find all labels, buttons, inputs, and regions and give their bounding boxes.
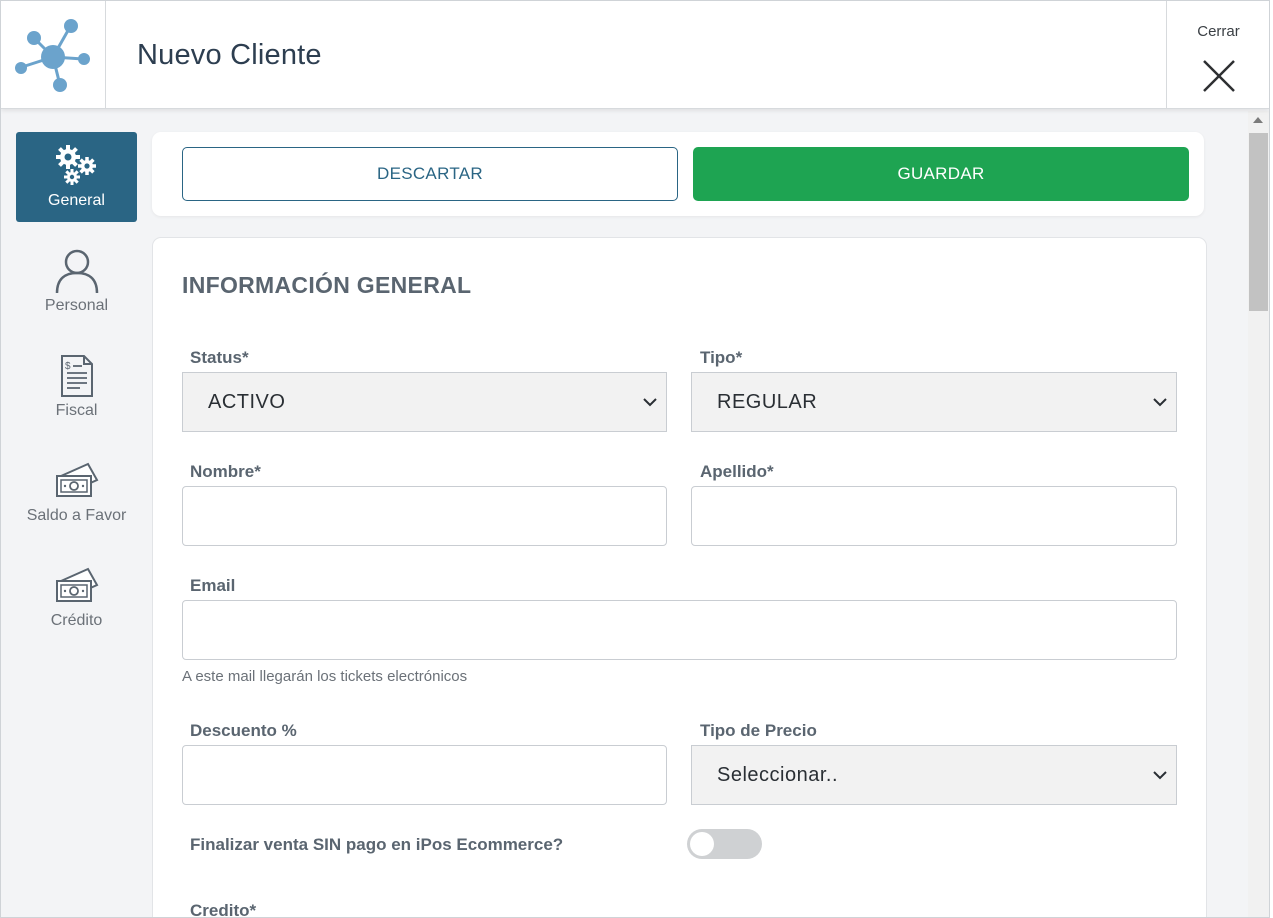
toggle-knob — [690, 832, 714, 856]
svg-text:$: $ — [65, 361, 71, 372]
app-window: Nuevo Cliente Cerrar General Personal $ … — [0, 0, 1270, 918]
sidebar-item-credito[interactable]: Crédito — [16, 552, 137, 642]
close-button[interactable]: Cerrar — [1166, 1, 1269, 108]
scrollbar[interactable] — [1248, 111, 1269, 917]
save-button[interactable]: GUARDAR — [693, 147, 1189, 201]
status-label: Status* — [190, 348, 249, 367]
descuento-field[interactable] — [182, 745, 667, 805]
sidebar-item-label: Fiscal — [55, 402, 98, 419]
logo — [1, 1, 106, 108]
status-select[interactable]: ACTIVO — [182, 372, 667, 432]
tipo-precio-select[interactable]: Seleccionar.. — [691, 745, 1177, 805]
email-hint: A este mail llegarán los tickets electró… — [182, 668, 468, 685]
nombre-field[interactable] — [182, 486, 667, 546]
action-bar: DESCARTAR GUARDAR — [152, 132, 1204, 216]
sidebar-item-label: General — [48, 192, 105, 209]
section-title: INFORMACIÓN GENERAL — [182, 272, 472, 298]
sidebar-item-label: Crédito — [50, 612, 103, 629]
scroll-up-arrow-icon[interactable] — [1253, 117, 1263, 123]
chevron-down-icon — [643, 398, 657, 407]
apellido-label: Apellido* — [700, 462, 774, 481]
chevron-down-icon — [1153, 771, 1167, 780]
tipo-precio-select-value: Seleccionar.. — [717, 763, 839, 786]
email-label: Email — [190, 576, 236, 595]
discard-button[interactable]: DESCARTAR — [182, 147, 678, 201]
tipo-select-value: REGULAR — [717, 390, 818, 413]
sidebar: General Personal $ Fiscal Saldo a Favor … — [1, 109, 151, 917]
page-title: Nuevo Cliente — [137, 39, 322, 71]
nombre-label: Nombre* — [190, 462, 261, 481]
general-info-form: INFORMACIÓN GENERAL Status* ACTIVO Tipo*… — [152, 237, 1207, 918]
gears-icon — [16, 142, 137, 190]
apellido-field[interactable] — [691, 486, 1177, 546]
close-icon[interactable] — [1202, 59, 1236, 93]
person-icon — [16, 247, 137, 295]
descuento-label: Descuento % — [190, 721, 297, 740]
chevron-down-icon — [1153, 398, 1167, 407]
money-icon — [16, 457, 137, 505]
tipo-precio-label: Tipo de Precio — [700, 721, 817, 740]
header-bar: Nuevo Cliente Cerrar — [1, 1, 1269, 109]
sidebar-item-label: Personal — [44, 297, 109, 314]
network-logo-icon — [15, 19, 90, 92]
finalizar-venta-toggle[interactable] — [687, 829, 762, 859]
money-icon — [16, 562, 137, 610]
status-select-value: ACTIVO — [208, 390, 286, 413]
finalizar-venta-label: Finalizar venta SIN pago en iPos Ecommer… — [190, 835, 564, 854]
tipo-select[interactable]: REGULAR — [691, 372, 1177, 432]
credito-label: Credito* — [190, 901, 257, 918]
email-field[interactable] — [182, 600, 1177, 660]
sidebar-item-fiscal[interactable]: $ Fiscal — [16, 342, 137, 432]
close-label: Cerrar — [1197, 23, 1240, 40]
sidebar-item-general[interactable]: General — [16, 132, 137, 222]
sidebar-item-label: Saldo a Favor — [26, 507, 127, 524]
sidebar-item-personal[interactable]: Personal — [16, 237, 137, 327]
document-icon: $ — [16, 352, 137, 400]
tipo-label: Tipo* — [700, 348, 743, 367]
scrollbar-thumb[interactable] — [1249, 133, 1268, 311]
sidebar-item-saldo-a-favor[interactable]: Saldo a Favor — [16, 447, 137, 537]
